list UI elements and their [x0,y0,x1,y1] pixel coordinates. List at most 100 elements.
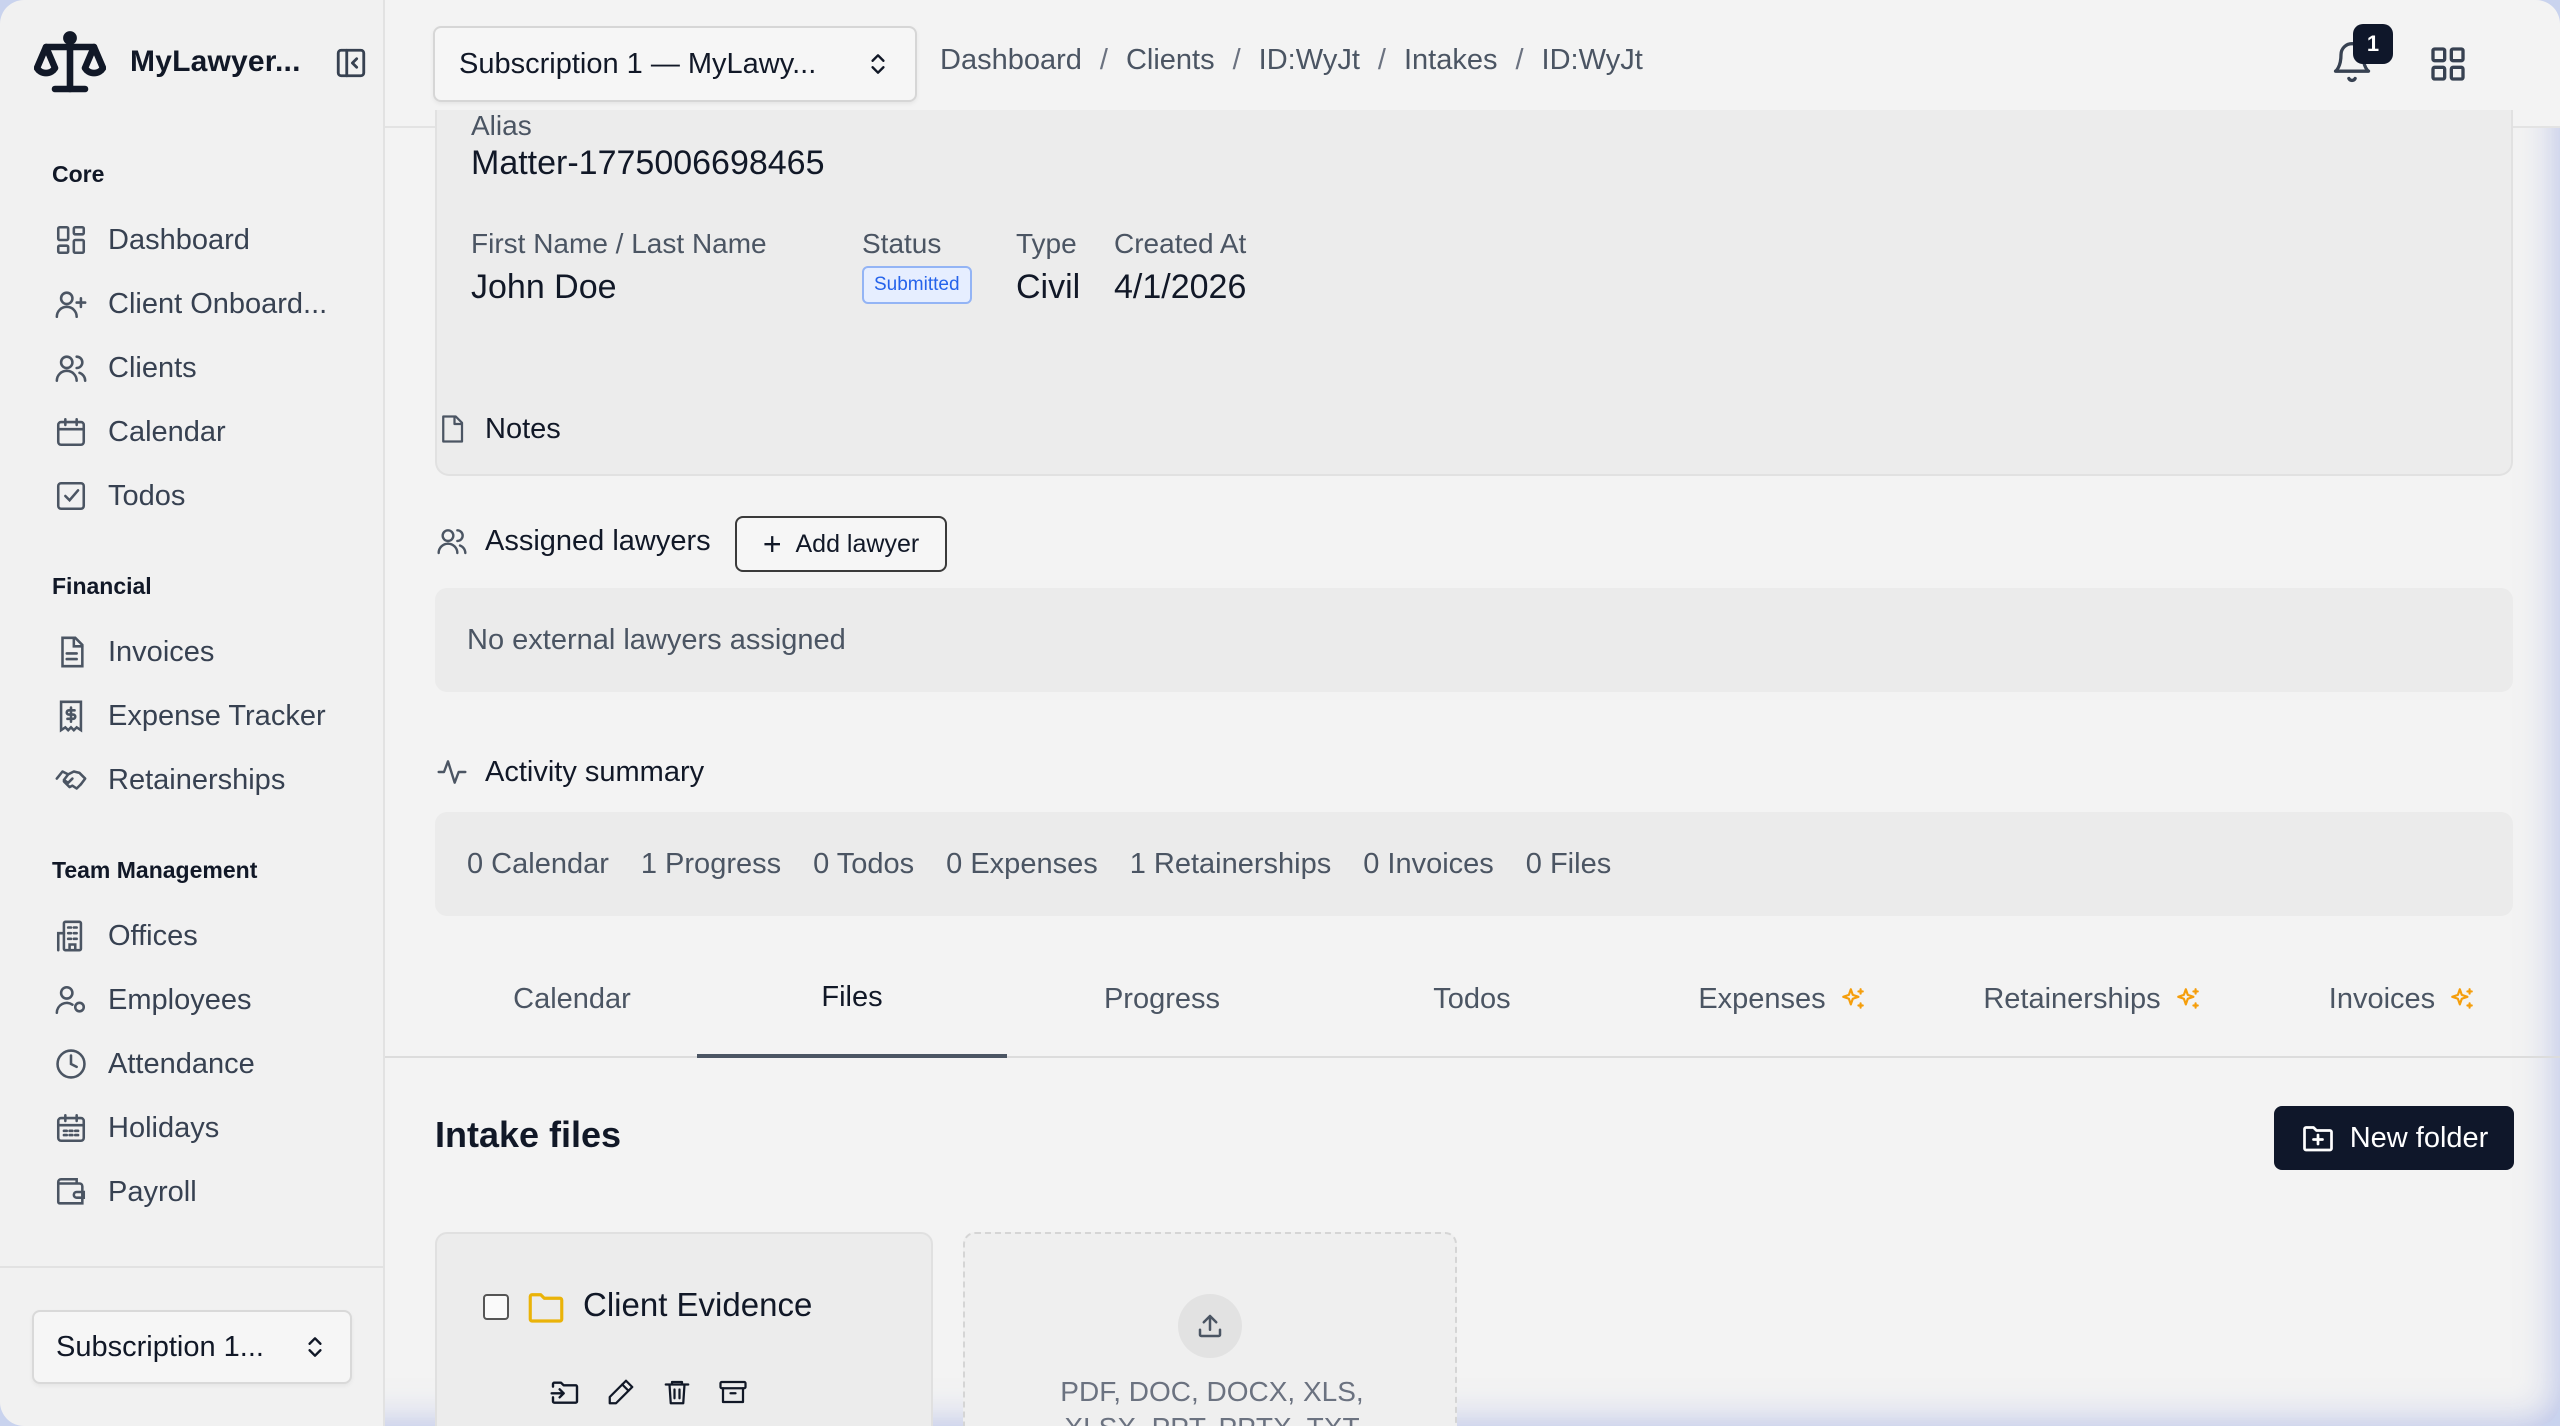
tab-calendar[interactable]: Calendar [417,940,727,1058]
sidebar-item-label: Todos [108,479,186,512]
breadcrumb: Dashboard / Clients / ID:WyJt / Intakes … [940,44,1643,77]
sidebar-item-todos[interactable]: Todos [52,471,185,521]
sidebar-item-label: Invoices [108,635,215,668]
nav-section-financial: Financial [52,573,152,599]
alias-label: Alias [471,110,532,141]
sidebar-item-label: Expense Tracker [108,699,326,732]
subscription-select[interactable]: Subscription 1 — MyLawy... [433,26,917,102]
sidebar-item-calendar[interactable]: Calendar [52,407,226,457]
upload-hint-line: XLSX, PPT, PPTX, TXT [1005,1410,1419,1426]
breadcrumb-separator: / [1099,44,1108,76]
type-value: Civil [1016,268,1081,306]
upload-dropzone[interactable]: PDF, DOC, DOCX, XLS, XLSX, PPT, PPTX, TX… [963,1232,1457,1426]
add-lawyer-label: Add lawyer [795,529,920,558]
status-label: Status [862,228,942,259]
tab-progress[interactable]: Progress [1007,940,1317,1058]
activity-summary-header: Activity summary [435,755,704,789]
created-label: Created At [1114,228,1247,259]
document-icon [52,633,90,671]
type-label: Type [1016,228,1077,259]
sidebar-subscription-select[interactable]: Subscription 1... [32,1310,352,1384]
rename-pencil-icon[interactable] [601,1372,641,1412]
scales-logo-icon [34,26,106,98]
upload-hint-line: PDF, DOC, DOCX, XLS, [1060,1376,1364,1407]
sidebar-item-label: Attendance [108,1047,255,1080]
tab-files[interactable]: Files [697,940,1007,1058]
tab-label: Expenses [1698,982,1826,1015]
chevron-up-down-icon [302,1334,328,1360]
top-bar: Subscription 1 — MyLawy... Dashboard / C… [385,0,2560,128]
sidebar-item-holidays[interactable]: Holidays [52,1103,219,1153]
user-gear-icon [52,981,90,1019]
sidebar-item-employees[interactable]: Employees [52,975,251,1025]
breadcrumb-client-id[interactable]: ID:WyJt [1259,44,1360,77]
breadcrumb-intakes[interactable]: Intakes [1404,44,1498,77]
sidebar-item-dashboard[interactable]: Dashboard [52,215,250,265]
tab-label: Retainerships [1983,982,2161,1015]
activity-files-count: 0 Files [1525,847,1612,880]
sidebar-item-label: Clients [108,351,197,384]
sidebar: MyLawyer... Core Dashboard Client Onboar… [0,0,385,1426]
checkbox-icon [52,477,90,515]
calendar-grid-icon [52,1109,90,1147]
add-lawyer-button[interactable]: + Add lawyer [735,516,947,572]
wallet-icon [52,1173,90,1211]
tab-expenses[interactable]: Expenses [1627,940,1937,1058]
sidebar-item-label: Employees [108,983,252,1016]
clock-icon [52,1045,90,1083]
sidebar-item-label: Offices [108,919,198,952]
activity-calendar-count: 0 Calendar [467,847,609,880]
activity-summary-title: Activity summary [485,755,705,788]
tab-invoices[interactable]: Invoices [2247,940,2557,1058]
breadcrumb-intake-id: ID:WyJt [1541,44,1643,76]
upload-icon [1178,1294,1242,1358]
sidebar-item-offices[interactable]: Offices [52,911,198,961]
archive-icon[interactable] [713,1372,753,1412]
folder-card[interactable]: Client Evidence [435,1232,933,1426]
sidebar-item-label: Payroll [108,1175,197,1208]
dashboard-icon [52,221,90,259]
created-value: 4/1/2026 [1114,268,1247,306]
app-grid-icon[interactable] [2428,44,2468,84]
sidebar-item-attendance[interactable]: Attendance [52,1039,255,1089]
notes-header[interactable]: Notes [435,412,561,446]
sidebar-item-label: Retainerships [108,763,286,796]
sidebar-subscription-value: Subscription 1... [56,1330,264,1363]
breadcrumb-separator: / [1377,44,1386,76]
alias-value: Matter-1775006698465 [471,144,825,182]
activity-icon [435,755,469,789]
tab-retainerships[interactable]: Retainerships [1937,940,2247,1058]
sidebar-divider [0,1266,385,1268]
file-icon [435,412,469,446]
move-folder-icon[interactable] [545,1372,585,1412]
delete-trash-icon[interactable] [657,1372,697,1412]
sidebar-item-clients[interactable]: Clients [52,343,197,393]
sidebar-item-expense-tracker[interactable]: Expense Tracker [52,691,326,741]
plus-icon: + [762,526,782,562]
breadcrumb-dashboard[interactable]: Dashboard [940,44,1082,77]
folder-plus-icon [2300,1120,2336,1156]
tab-todos[interactable]: Todos [1317,940,1627,1058]
activity-retainerships-count: 1 Retainerships [1129,847,1332,880]
assigned-lawyers-header: Assigned lawyers [435,524,711,558]
sparkle-icon [1840,986,1866,1012]
sidebar-item-client-onboarding[interactable]: Client Onboard... [52,279,327,329]
sidebar-item-retainerships[interactable]: Retainerships [52,755,285,805]
notes-title: Notes [485,412,561,445]
intake-info-card: Alias Matter-1775006698465 First Name / … [435,110,2513,476]
folder-name: Client Evidence [583,1286,813,1323]
handshake-icon [52,761,90,799]
folder-select-checkbox[interactable] [483,1294,509,1320]
sidebar-item-label: Dashboard [108,223,250,256]
breadcrumb-clients[interactable]: Clients [1126,44,1215,77]
nav-section-core: Core [52,161,105,187]
sidebar-item-payroll[interactable]: Payroll [52,1167,197,1217]
new-folder-label: New folder [2349,1121,2489,1154]
sidebar-collapse-icon[interactable] [332,44,370,82]
nav-section-team-management: Team Management [52,857,258,883]
new-folder-button[interactable]: New folder [2274,1106,2514,1170]
sidebar-item-invoices[interactable]: Invoices [52,627,214,677]
activity-expenses-count: 0 Expenses [946,847,1098,880]
brand[interactable]: MyLawyer... [34,26,301,98]
users-icon [52,349,90,387]
